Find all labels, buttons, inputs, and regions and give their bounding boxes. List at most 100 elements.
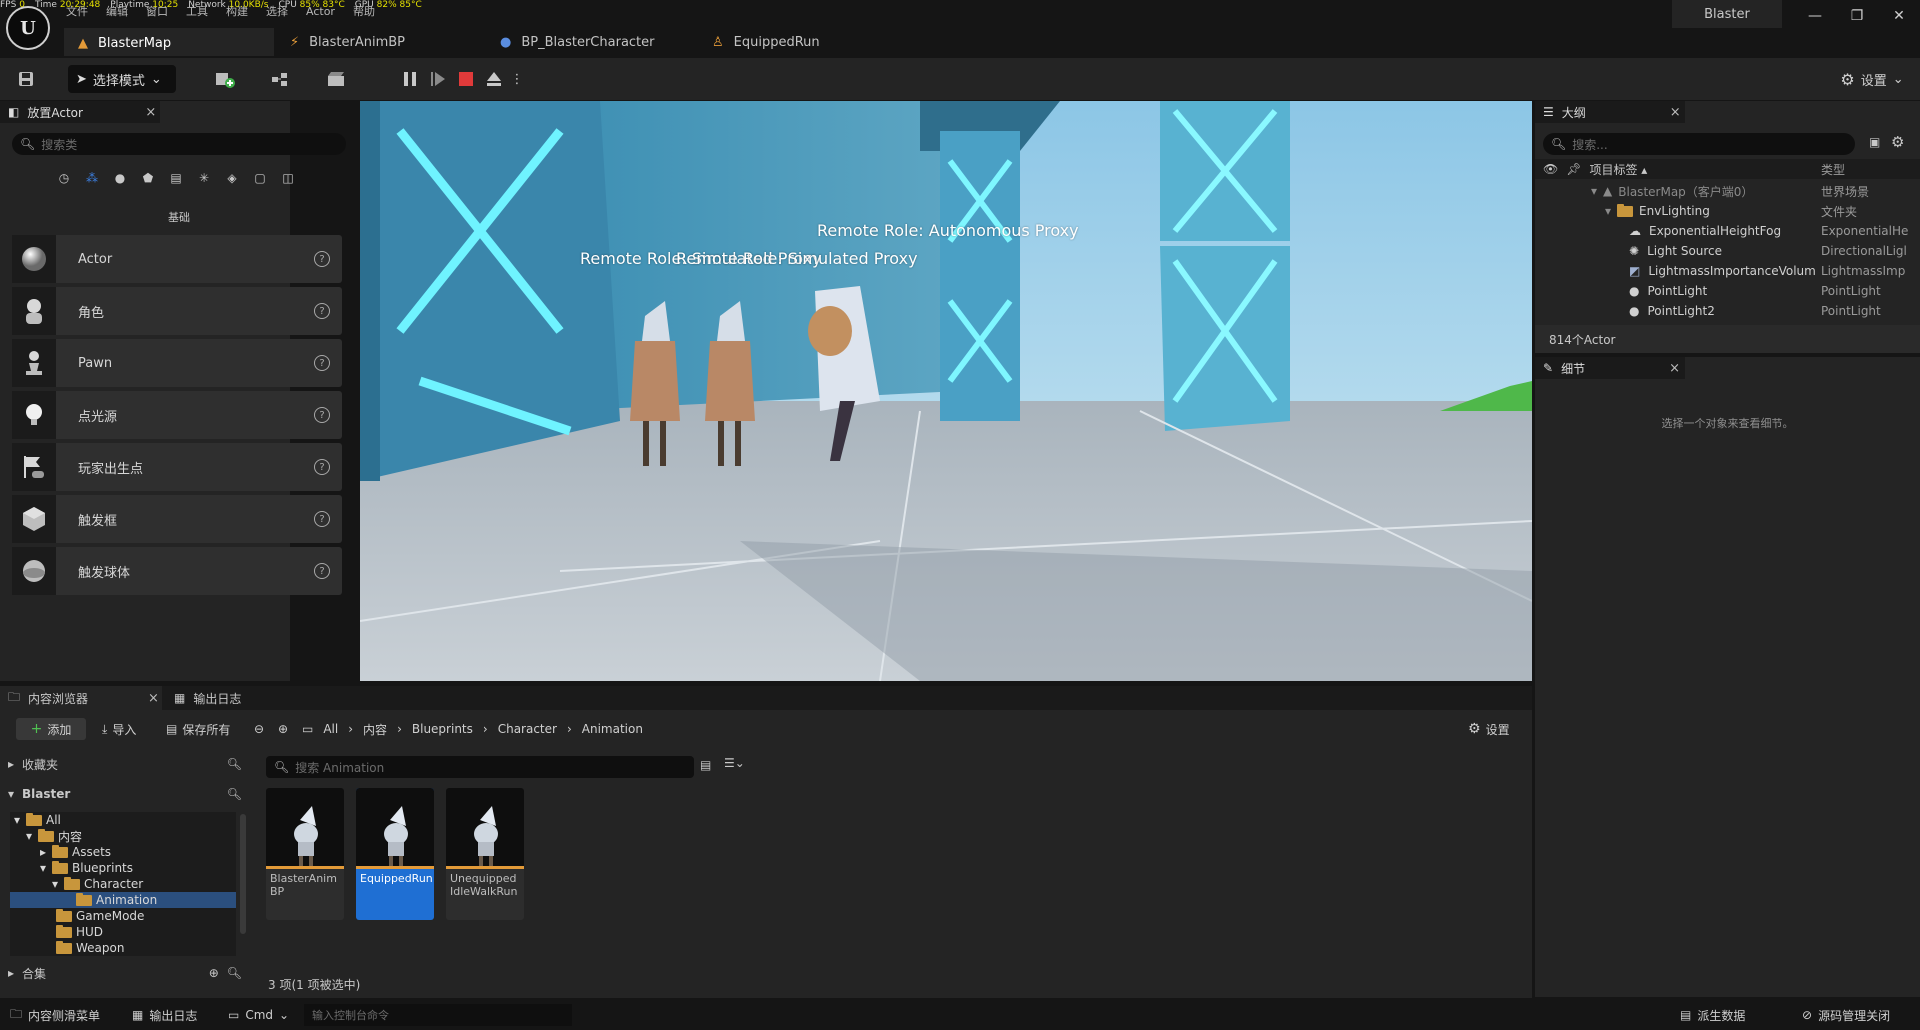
level-viewport[interactable]: Remote Role: Autonomous Proxy Remote Rol…: [360, 101, 1532, 681]
tab-blasteranimbp[interactable]: ⚡ BlasterAnimBP: [276, 28, 486, 56]
stop-icon[interactable]: [454, 65, 478, 93]
menu-build[interactable]: 构建: [226, 6, 248, 18]
all-classes-category-icon[interactable]: ◫: [278, 171, 298, 185]
save-all-button[interactable]: ▤ 保存所有: [166, 718, 230, 740]
list-item[interactable]: ✺ Light Source DirectionalLigl: [1535, 241, 1920, 261]
cmd-dropdown[interactable]: ▭ Cmd ⌄: [228, 1004, 289, 1026]
place-item-character[interactable]: 角色 ?: [12, 287, 342, 335]
cinematic-category-icon[interactable]: ▤: [166, 171, 186, 185]
blueprint-menu-button[interactable]: [262, 65, 302, 93]
eject-icon[interactable]: [482, 65, 506, 93]
help-icon[interactable]: ?: [314, 407, 330, 423]
forward-button[interactable]: ⊕: [278, 718, 288, 740]
help-icon[interactable]: ?: [314, 459, 330, 475]
menu-help[interactable]: 帮助: [353, 6, 375, 18]
asset-search-input[interactable]: 🔍︎ 搜索 Animation: [266, 756, 694, 778]
tree-item-hud[interactable]: HUD: [10, 924, 236, 940]
add-collection-icon[interactable]: ⊕: [209, 966, 219, 980]
asset-tile[interactable]: BlasterAnim BP: [266, 788, 344, 920]
content-settings-button[interactable]: ⚙ 设置: [1468, 718, 1510, 740]
output-log-button[interactable]: ▦ 输出日志: [132, 1004, 197, 1026]
help-icon[interactable]: ?: [314, 511, 330, 527]
content-browser-tab[interactable]: 🗀︎ 内容浏览器 ×: [0, 686, 162, 710]
breadcrumb-item[interactable]: Animation: [582, 722, 643, 736]
close-icon[interactable]: ×: [1670, 105, 1681, 120]
asset-tile[interactable]: EquippedRun: [356, 788, 434, 920]
close-icon[interactable]: ×: [148, 691, 159, 706]
visual-effects-category-icon[interactable]: ✳: [194, 171, 214, 185]
close-icon[interactable]: ×: [145, 105, 156, 120]
step-frame-icon[interactable]: [426, 65, 450, 93]
list-item[interactable]: ▾ EnvLighting 文件夹: [1535, 201, 1920, 221]
derived-data-button[interactable]: ▤ 派生数据: [1680, 1004, 1745, 1026]
place-item-trigger-box[interactable]: 触发框 ?: [12, 495, 342, 543]
tree-item-all[interactable]: ▾ All: [10, 812, 236, 828]
label-column-header[interactable]: 项目标签 ▴: [1589, 161, 1647, 178]
mode-select-dropdown[interactable]: ➤ 选择模式 ⌄: [68, 65, 176, 93]
favorites-section[interactable]: ▸ 收藏夹 🔍︎: [8, 752, 242, 776]
place-item-player-start[interactable]: 玩家出生点 ?: [12, 443, 342, 491]
tree-item-content[interactable]: ▾ 内容: [10, 828, 236, 844]
breadcrumb-item[interactable]: Blueprints: [412, 722, 473, 736]
source-control-button[interactable]: ⊘ 源码管理关闭: [1802, 1004, 1890, 1026]
cinematics-menu-button[interactable]: [318, 65, 358, 93]
restore-icon[interactable]: ❐: [1840, 4, 1874, 28]
content-drawer-button[interactable]: 🗀︎ 内容侧滑菜单: [10, 1004, 100, 1026]
menu-window[interactable]: 窗口: [146, 6, 168, 18]
list-item[interactable]: ● PointLight PointLight: [1535, 281, 1920, 301]
tree-item-blueprints[interactable]: ▾ Blueprints: [10, 860, 236, 876]
list-item[interactable]: ☁ ExponentialHeightFog ExponentialHe: [1535, 221, 1920, 241]
search-icon[interactable]: 🔍︎: [227, 966, 242, 980]
expand-arrow-icon[interactable]: ▾: [1591, 184, 1597, 198]
place-item-point-light[interactable]: 点光源 ?: [12, 391, 342, 439]
help-icon[interactable]: ?: [314, 355, 330, 371]
recent-icon[interactable]: ◷: [54, 171, 74, 185]
basic-category-icon[interactable]: ⁂: [82, 171, 102, 185]
close-icon[interactable]: ×: [1669, 361, 1680, 376]
menu-select[interactable]: 选择: [266, 6, 288, 18]
volumes-category-icon[interactable]: ▢: [250, 171, 270, 185]
filter-icon[interactable]: ☰⌄: [724, 756, 745, 770]
minimize-icon[interactable]: —: [1798, 4, 1832, 28]
tree-item-character[interactable]: ▾ Character: [10, 876, 236, 892]
collections-section[interactable]: ▸ 合集 ⊕ 🔍︎: [8, 962, 242, 984]
tab-equippedrun[interactable]: ♙ EquippedRun: [698, 28, 908, 56]
project-section[interactable]: ▾ Blaster 🔍︎: [8, 782, 242, 806]
search-icon[interactable]: 🔍︎: [227, 757, 242, 771]
shapes-category-icon[interactable]: ⬟: [138, 171, 158, 185]
pause-icon[interactable]: [398, 65, 422, 93]
tree-item-gamemode[interactable]: GameMode: [10, 908, 236, 924]
place-item-actor[interactable]: Actor ?: [12, 235, 342, 283]
console-command-input[interactable]: 输入控制台命令: [304, 1004, 572, 1026]
place-actors-tab[interactable]: ◧ 放置Actor ×: [0, 101, 160, 123]
outliner-tab[interactable]: ☰ 大纲 ×: [1535, 101, 1685, 123]
type-column-header[interactable]: 类型: [1821, 161, 1845, 178]
unreal-logo-icon[interactable]: U: [6, 6, 50, 50]
place-item-trigger-sphere[interactable]: 触发球体 ?: [12, 547, 342, 595]
tree-scrollbar[interactable]: [240, 814, 246, 934]
class-search-input[interactable]: 🔍︎ 搜索类: [12, 133, 346, 155]
menu-tools[interactable]: 工具: [186, 6, 208, 18]
back-button[interactable]: ⊖: [254, 718, 264, 740]
settings-button[interactable]: ⚙ 设置 ⌄: [1836, 65, 1908, 93]
close-window-icon[interactable]: ✕: [1882, 4, 1916, 28]
menu-edit[interactable]: 编辑: [106, 6, 128, 18]
add-button[interactable]: + 添加: [16, 718, 86, 740]
tree-item-weapon[interactable]: Weapon: [10, 940, 236, 956]
more-options-icon[interactable]: ⋮: [510, 65, 524, 93]
tree-item-assets[interactable]: ▸ Assets: [10, 844, 236, 860]
breadcrumb-item[interactable]: 内容: [363, 721, 387, 738]
output-log-tab[interactable]: ▦ 输出日志: [162, 686, 241, 710]
expand-arrow-icon[interactable]: ▾: [1605, 204, 1611, 218]
help-icon[interactable]: ?: [314, 251, 330, 267]
pin-icon[interactable]: 📌︎: [1566, 162, 1581, 176]
menu-actor[interactable]: Actor: [306, 6, 335, 18]
list-item[interactable]: ▾ ▲ BlasterMap（客户端0） 世界场景: [1535, 181, 1920, 201]
place-item-pawn[interactable]: Pawn ?: [12, 339, 342, 387]
tab-blastermap[interactable]: ▲ BlasterMap: [64, 28, 274, 56]
help-icon[interactable]: ?: [314, 563, 330, 579]
asset-tile[interactable]: Unequipped IdleWalkRun: [446, 788, 524, 920]
details-tab[interactable]: ✎ 细节 ×: [1535, 357, 1685, 379]
import-button[interactable]: ⤓ 导入: [102, 718, 136, 740]
list-item[interactable]: ◩ LightmassImportanceVolum LightmassImp: [1535, 261, 1920, 281]
